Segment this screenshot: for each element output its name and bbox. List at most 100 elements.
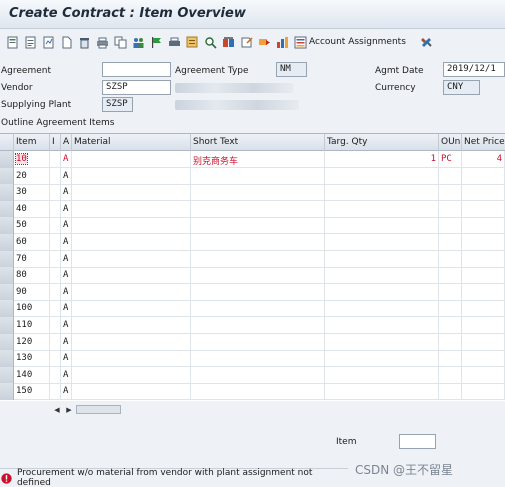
table-horizontal-scrollbar[interactable]: ◀ ▶: [52, 404, 505, 415]
cell-net-price[interactable]: [462, 317, 505, 334]
cell-item-category[interactable]: [50, 184, 61, 202]
flag-icon[interactable]: [149, 35, 164, 50]
cell-net-price[interactable]: [462, 250, 505, 268]
copy-icon[interactable]: [113, 35, 128, 50]
table-row[interactable]: 100 A: [0, 300, 505, 318]
cell-order-unit[interactable]: [439, 317, 462, 334]
vendor-field[interactable]: SZSP: [102, 80, 171, 95]
cell-net-price[interactable]: [462, 300, 505, 318]
cell-account-assignment[interactable]: A: [61, 184, 72, 202]
column-short-text[interactable]: Short Text: [191, 134, 325, 151]
row-selector[interactable]: [0, 333, 14, 351]
cell-item-category[interactable]: [50, 167, 61, 185]
column-item-category[interactable]: I: [50, 134, 61, 151]
cell-net-price[interactable]: [462, 383, 505, 401]
column-account-assignment[interactable]: A: [61, 134, 72, 151]
cell-short-text[interactable]: [191, 267, 325, 285]
row-selector[interactable]: [0, 151, 14, 168]
cell-net-price[interactable]: [462, 217, 505, 235]
cell-account-assignment[interactable]: A: [61, 234, 72, 251]
cell-item[interactable]: 10: [14, 151, 50, 168]
cell-material[interactable]: [72, 283, 191, 301]
cell-short-text[interactable]: [191, 200, 325, 218]
cell-item[interactable]: 50: [14, 217, 50, 235]
row-selector[interactable]: [0, 350, 14, 368]
cell-item[interactable]: 140: [14, 366, 50, 384]
cell-order-unit[interactable]: [439, 383, 462, 401]
cell-item[interactable]: 100: [14, 300, 50, 318]
cell-target-quantity[interactable]: [325, 383, 439, 401]
delete-icon[interactable]: [77, 35, 92, 50]
cell-item[interactable]: 110: [14, 317, 50, 334]
cell-order-unit[interactable]: [439, 200, 462, 218]
cell-net-price[interactable]: [462, 333, 505, 351]
cell-account-assignment[interactable]: A: [61, 333, 72, 351]
agreement-type-field[interactable]: NM: [276, 62, 307, 77]
cell-item[interactable]: 120: [14, 333, 50, 351]
cell-short-text[interactable]: [191, 283, 325, 301]
cell-target-quantity[interactable]: [325, 167, 439, 185]
cell-account-assignment[interactable]: A: [61, 300, 72, 318]
cell-target-quantity[interactable]: [325, 283, 439, 301]
cell-item[interactable]: 130: [14, 350, 50, 368]
row-selector[interactable]: [0, 250, 14, 268]
column-item[interactable]: Item: [14, 134, 50, 151]
cell-material[interactable]: [72, 300, 191, 318]
cell-account-assignment[interactable]: A: [61, 151, 72, 168]
row-selector[interactable]: [0, 200, 14, 218]
cell-material[interactable]: [72, 350, 191, 368]
cell-material[interactable]: [72, 151, 191, 168]
supplying-plant-field[interactable]: SZSP: [102, 97, 133, 112]
account-assignments-button[interactable]: Account Assignments: [294, 36, 406, 49]
row-selector[interactable]: [0, 283, 14, 301]
cell-account-assignment[interactable]: A: [61, 250, 72, 268]
cell-target-quantity[interactable]: [325, 217, 439, 235]
cell-net-price[interactable]: [462, 167, 505, 185]
cell-item-category[interactable]: [50, 250, 61, 268]
table-row[interactable]: 50 A: [0, 217, 505, 235]
cell-account-assignment[interactable]: A: [61, 200, 72, 218]
cell-account-assignment[interactable]: A: [61, 317, 72, 334]
table-row[interactable]: 110 A: [0, 317, 505, 334]
cell-order-unit[interactable]: [439, 350, 462, 368]
cell-material[interactable]: [72, 184, 191, 202]
cell-item[interactable]: 30: [14, 184, 50, 202]
cell-material[interactable]: [72, 200, 191, 218]
cell-short-text[interactable]: [191, 333, 325, 351]
table-row[interactable]: 150 A: [0, 383, 505, 401]
item-details-icon[interactable]: [23, 35, 38, 50]
transfer-icon[interactable]: [239, 35, 254, 50]
cell-item-category[interactable]: [50, 283, 61, 301]
cell-short-text[interactable]: [191, 250, 325, 268]
cell-account-assignment[interactable]: A: [61, 283, 72, 301]
cell-target-quantity[interactable]: [325, 267, 439, 285]
cell-order-unit[interactable]: [439, 250, 462, 268]
cell-net-price[interactable]: [462, 267, 505, 285]
scroll-right-icon[interactable]: ▶: [64, 406, 74, 414]
cell-material[interactable]: [72, 383, 191, 401]
cell-target-quantity[interactable]: 1: [325, 151, 439, 168]
cell-item-category[interactable]: [50, 234, 61, 251]
search-icon[interactable]: [185, 35, 200, 50]
cell-short-text[interactable]: [191, 234, 325, 251]
cell-target-quantity[interactable]: [325, 333, 439, 351]
cell-short-text[interactable]: [191, 317, 325, 334]
table-row[interactable]: 140 A: [0, 366, 505, 384]
cell-account-assignment[interactable]: A: [61, 366, 72, 384]
cell-net-price[interactable]: [462, 366, 505, 384]
cell-item[interactable]: 80: [14, 267, 50, 285]
scroll-thumb[interactable]: [76, 405, 121, 414]
agmt-date-field[interactable]: 2019/12/1: [443, 62, 505, 77]
cell-target-quantity[interactable]: [325, 234, 439, 251]
column-net-price[interactable]: Net Price: [462, 134, 505, 151]
print-icon[interactable]: [95, 35, 110, 50]
cell-account-assignment[interactable]: A: [61, 383, 72, 401]
cell-order-unit[interactable]: PC: [439, 151, 462, 168]
table-row[interactable]: 60 A: [0, 234, 505, 251]
cell-order-unit[interactable]: [439, 184, 462, 202]
cell-target-quantity[interactable]: [325, 317, 439, 334]
cell-item[interactable]: 60: [14, 234, 50, 251]
row-selector[interactable]: [0, 234, 14, 251]
row-selector[interactable]: [0, 366, 14, 384]
row-selector[interactable]: [0, 383, 14, 401]
